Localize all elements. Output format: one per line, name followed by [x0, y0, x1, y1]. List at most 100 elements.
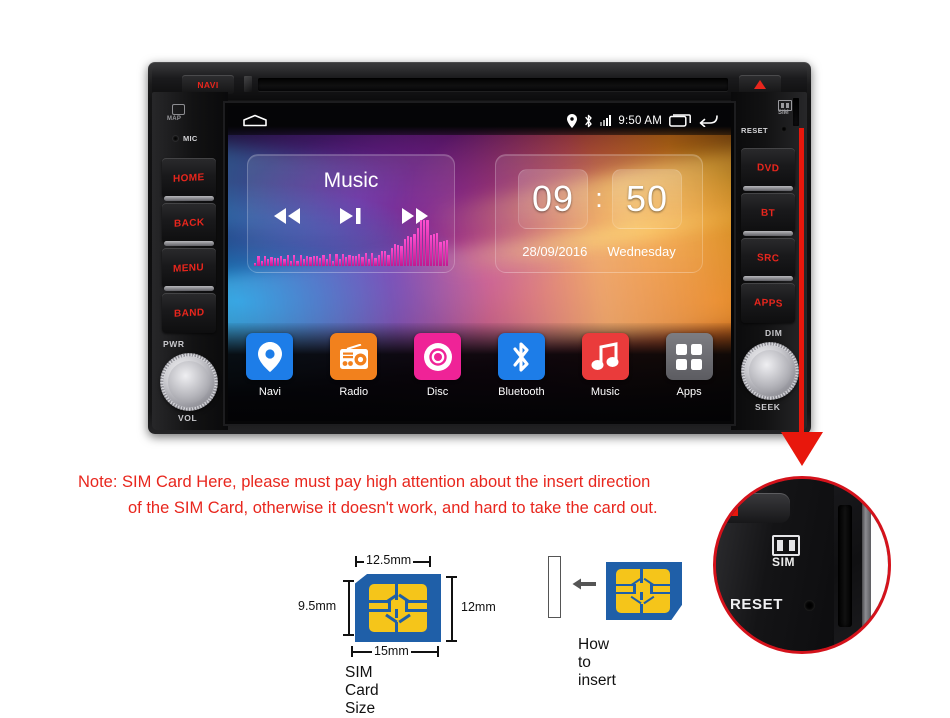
- seek-label: SEEK: [755, 402, 781, 412]
- app-radio[interactable]: Radio: [323, 333, 385, 398]
- bluetooth-app-tile[interactable]: [497, 333, 545, 380]
- app-navi-label: Navi: [258, 386, 281, 398]
- src-hard-button[interactable]: SRC: [741, 238, 795, 278]
- status-time: 9:50 AM: [618, 114, 662, 127]
- app-disc[interactable]: Disc: [407, 333, 469, 398]
- dim-left-line: [348, 580, 350, 636]
- menu-hard-button[interactable]: MENU: [162, 248, 216, 288]
- dim-right-cap-t: [446, 576, 457, 578]
- sim-note: Note: SIM Card Here, please must pay hig…: [0, 470, 760, 521]
- clock-widget[interactable]: 09 : 50 28/09/2016 Wednesday: [495, 154, 703, 273]
- sim-chip: [369, 584, 427, 632]
- recents-icon[interactable]: [669, 114, 691, 127]
- home-icon[interactable]: [242, 114, 268, 127]
- button-divider-4: [743, 186, 793, 191]
- app-navi[interactable]: Navi: [239, 333, 301, 398]
- disc-app-tile[interactable]: [414, 333, 462, 380]
- dim-seek-knob[interactable]: [741, 342, 799, 400]
- sim-slot-outline: [548, 556, 561, 618]
- top-bezel: NAVI: [152, 66, 807, 100]
- button-divider-5: [743, 231, 793, 236]
- dvd-hard-button-label: DVD: [756, 161, 780, 175]
- band-hard-button[interactable]: BAND: [162, 293, 216, 333]
- src-hard-button-label: SRC: [756, 251, 780, 265]
- mic-label: MIC: [183, 134, 198, 143]
- button-divider-1: [164, 196, 214, 201]
- reset-hole[interactable]: [781, 126, 787, 132]
- location-pin-icon: [257, 341, 282, 372]
- map-icon: [172, 104, 185, 115]
- clock-date-row: 28/09/2016 Wednesday: [496, 244, 702, 259]
- pwr-label: PWR: [163, 339, 185, 349]
- back-arrow-icon[interactable]: [698, 114, 718, 127]
- red-down-arrow-head: [781, 432, 823, 466]
- sim-note-line1: Note: SIM Card Here, please must pay hig…: [78, 473, 651, 491]
- dim-top-cap-r: [429, 556, 431, 567]
- apps-hard-button[interactable]: APPS: [741, 283, 795, 323]
- tilt-marker: [244, 76, 252, 92]
- callout-chassis-edge: [862, 479, 871, 651]
- android-status-bar: 9:50 AM: [228, 106, 731, 135]
- bt-hard-button-label: BT: [760, 207, 776, 219]
- app-radio-label: Radio: [339, 386, 369, 398]
- signal-bars-icon: [600, 115, 612, 126]
- how-to-insert-caption: How to insert: [578, 636, 616, 689]
- status-icons: 9:50 AM: [567, 113, 731, 128]
- dim-right-cap-b: [446, 640, 457, 642]
- apps-hard-button-label: APPS: [753, 296, 783, 310]
- dvd-hard-button[interactable]: DVD: [741, 148, 795, 188]
- dim-bottom-label: 15mm: [372, 644, 411, 658]
- touchscreen-display[interactable]: 9:50 AM Music 09: 50 28/09/2016 Wednesd…: [228, 106, 731, 421]
- app-apps[interactable]: Apps: [658, 333, 720, 398]
- sim-slot-zoom-callout: SIM RESET: [713, 476, 891, 654]
- radio-app-tile[interactable]: [330, 333, 378, 380]
- callout-background: [871, 479, 888, 651]
- apps-app-tile[interactable]: [665, 333, 713, 380]
- eject-triangle-icon: [754, 80, 766, 89]
- navi-button-label: NAVI: [197, 79, 219, 90]
- app-apps-label: Apps: [676, 386, 702, 398]
- car-head-unit: NAVI MAP MIC HOME BACK MENU BAND PWR VOL…: [148, 62, 811, 434]
- vol-label: VOL: [178, 413, 198, 423]
- dim-top-cap-l: [355, 556, 357, 567]
- clock-minutes-box: 50: [612, 169, 682, 229]
- left-button-panel: MAP MIC HOME BACK MENU BAND PWR VOL: [152, 92, 228, 430]
- navi-app-tile[interactable]: [246, 333, 294, 380]
- map-label: MAP: [167, 116, 182, 122]
- button-divider-2: [164, 241, 214, 246]
- dim-right-line: [451, 576, 453, 642]
- disc-icon: [423, 342, 452, 371]
- right-button-panel: SIM RESET DVD BT SRC APPS DIM SEEK: [731, 92, 807, 430]
- back-hard-button-label: BACK: [173, 216, 205, 230]
- music-note-icon: [591, 341, 619, 370]
- callout-reset-hole: [804, 600, 815, 611]
- bt-hard-button[interactable]: BT: [741, 193, 795, 233]
- location-pin-icon: [567, 113, 578, 128]
- callout-sim-label: SIM: [772, 555, 796, 569]
- home-hard-button[interactable]: HOME: [162, 158, 216, 198]
- music-widget-title: Music: [323, 169, 379, 192]
- music-widget[interactable]: Music: [247, 154, 455, 273]
- disc-slot[interactable]: [258, 78, 728, 91]
- power-volume-knob[interactable]: [160, 353, 218, 411]
- dim-bottom-cap-r: [437, 646, 439, 657]
- sim-card-size-caption: SIM Card Size: [345, 664, 379, 717]
- microphone-hole: [173, 136, 178, 141]
- app-disc-label: Disc: [426, 386, 449, 398]
- app-music-label: Music: [590, 386, 620, 398]
- clock-weekday: Wednesday: [607, 244, 676, 259]
- music-app-tile[interactable]: [581, 333, 629, 380]
- callout-sim-slot: [838, 505, 852, 627]
- reset-label: RESET: [741, 126, 769, 135]
- menu-hard-button-label: MENU: [173, 261, 205, 275]
- callout-eject-triangle-icon: [720, 503, 738, 516]
- sim-card-slot[interactable]: [793, 98, 799, 126]
- dim-right-label: 12mm: [459, 600, 498, 614]
- back-hard-button[interactable]: BACK: [162, 203, 216, 243]
- callout-sim-card-icon: [772, 535, 800, 556]
- clock-date: 28/09/2016: [522, 244, 588, 259]
- app-music[interactable]: Music: [574, 333, 636, 398]
- app-bluetooth[interactable]: Bluetooth: [490, 333, 552, 398]
- radio-icon: [339, 343, 368, 369]
- audio-equalizer: [254, 218, 448, 266]
